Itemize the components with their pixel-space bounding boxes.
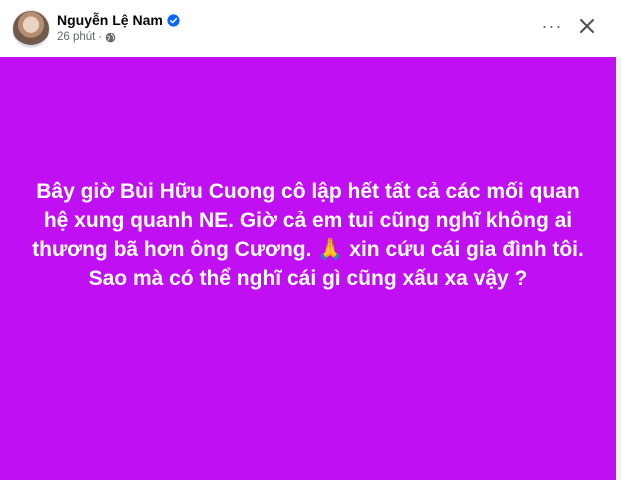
- close-button[interactable]: [573, 12, 601, 40]
- close-icon: [580, 19, 594, 33]
- post-text: Bây giờ Bùi Hữu Cuong cô lập hết tất cả …: [32, 179, 584, 290]
- post-timestamp[interactable]: 26 phút: [57, 31, 95, 43]
- more-options-label: ···: [541, 15, 563, 36]
- avatar[interactable]: [12, 10, 50, 48]
- globe-icon[interactable]: [105, 32, 116, 43]
- more-options-button[interactable]: ···: [538, 14, 566, 38]
- verified-badge-icon: [167, 13, 180, 27]
- scroll-gutter: [616, 57, 621, 480]
- post-meta: 26 phút ·: [57, 31, 116, 43]
- author-name[interactable]: Nguyễn Lệ Nam: [57, 12, 163, 28]
- post-header: Nguyễn Lệ Nam 26 phút · ···: [0, 0, 621, 57]
- author-name-row: Nguyễn Lệ Nam: [57, 12, 180, 28]
- meta-separator: ·: [98, 31, 103, 43]
- post-background-card: Bây giờ Bùi Hữu Cuong cô lập hết tất cả …: [0, 57, 616, 480]
